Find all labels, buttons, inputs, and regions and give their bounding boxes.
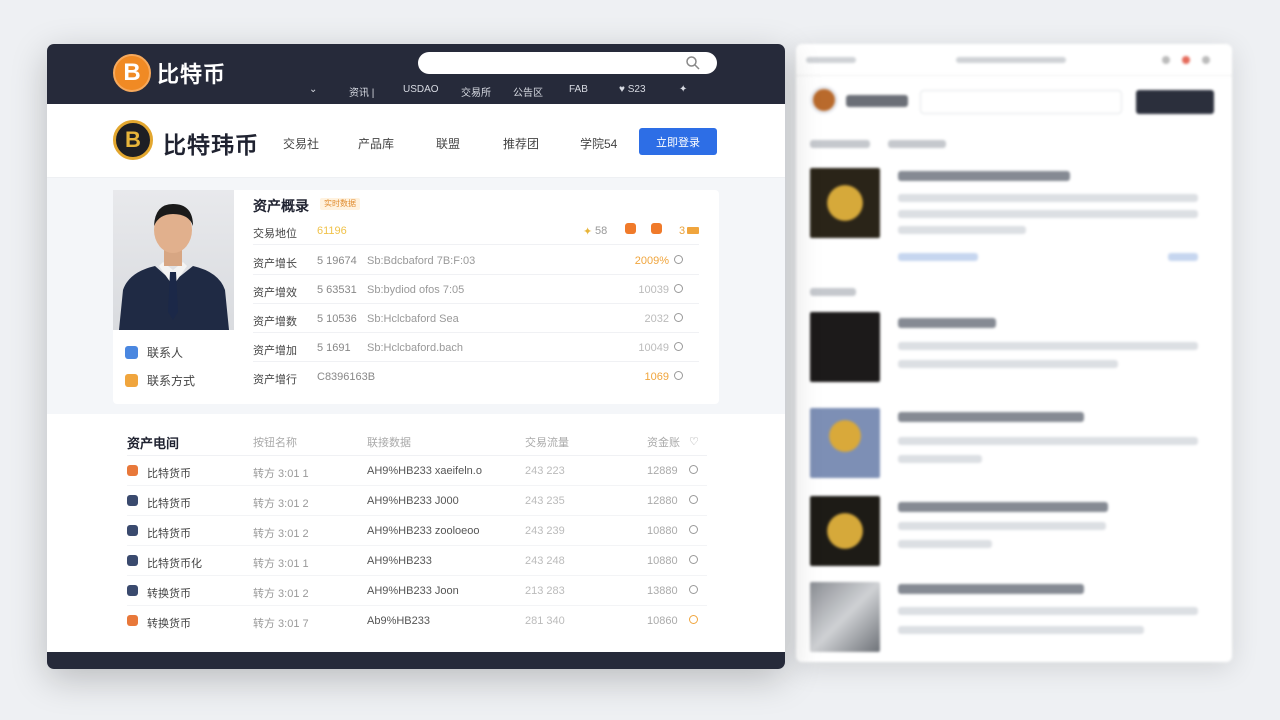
top-link-2[interactable]: 资讯 |	[349, 84, 374, 99]
bg-window-chrome	[796, 44, 1232, 76]
top-brand-text: 比特币	[157, 62, 227, 87]
table-row[interactable]: 转换货币 转方 3:01 7 Ab9%HB233 281 340 10860	[127, 606, 707, 636]
summary-row[interactable]: 资产增效 5 63531 Sb:bydiod ofos 7:05 10039	[253, 275, 699, 304]
status-ring-icon	[689, 495, 698, 504]
top-link-4[interactable]: 交易所	[461, 84, 491, 99]
top-bar: B 比特币 ⌄ 资讯 | USDAO 交易所 公告区 FAB ♥ S23 ✦	[47, 44, 785, 104]
main-window: B 比特币 ⌄ 资讯 | USDAO 交易所 公告区 FAB ♥ S23 ✦ B…	[47, 44, 785, 669]
status-ring-icon	[674, 255, 683, 264]
status-ring-icon	[689, 465, 698, 474]
person-icon	[125, 346, 138, 359]
summary-top-row: 交易地位 61196 ✦ 58 3	[253, 216, 699, 245]
bg-thumb-machine	[810, 582, 880, 652]
coin-icon	[127, 555, 138, 566]
nav-item-4[interactable]: 推荐团	[503, 135, 539, 152]
summary-card: 联系人 联系方式 资产概录 实时数据 交易地位 61196 ✦ 58 3 资产增…	[113, 190, 719, 404]
status-ring-icon	[674, 284, 683, 293]
nav-item-1[interactable]: 交易社	[283, 135, 319, 152]
login-button[interactable]: 立即登录	[639, 128, 717, 155]
coin-icon	[127, 525, 138, 536]
nav-bar: B 比特玮币 交易社 产品库 联盟 推荐团 学院54 立即登录	[47, 104, 785, 178]
top-link-8[interactable]: ✦	[679, 84, 687, 95]
flows-table-header: 资产电间 按钮名称 联接数据 交易流量 资金账 ♡	[127, 426, 707, 456]
table-row[interactable]: 比特货币 转方 3:01 1 AH9%HB233 xaeifeln.o 243 …	[127, 456, 707, 486]
contact-person[interactable]: 联系人	[125, 344, 183, 361]
summary-section: 联系人 联系方式 资产概录 实时数据 交易地位 61196 ✦ 58 3 资产增…	[47, 178, 785, 414]
filter-icon[interactable]: ♡	[689, 435, 699, 448]
coin-icon	[127, 585, 138, 596]
flows-table: 资产电间 按钮名称 联接数据 交易流量 资金账 ♡ 比特货币 转方 3:01 1…	[127, 426, 707, 636]
phone-icon	[125, 374, 138, 387]
bitcoin-coin-icon: B	[113, 54, 151, 92]
badge-icon	[651, 223, 662, 234]
table-row[interactable]: 转换货币 转方 3:01 2 AH9%HB233 Joon 213 283 13…	[127, 576, 707, 606]
nav-item-3[interactable]: 联盟	[436, 135, 460, 152]
summary-title: 资产概录	[253, 198, 309, 214]
background-window	[796, 44, 1232, 662]
top-link-7[interactable]: ♥ S23	[619, 84, 646, 95]
contact-person-label: 联系人	[147, 346, 184, 360]
top-brand[interactable]: B 比特币	[113, 54, 226, 92]
bg-thumb-bitcoin	[810, 168, 880, 238]
bg-thumb-bitcoin-2	[810, 496, 880, 566]
summary-row[interactable]: 资产增数 5 10536 Sb:Hclcbaford Sea 2032	[253, 304, 699, 333]
coin-icon	[127, 495, 138, 506]
summary-row[interactable]: 资产增行 C8396163B 1069	[253, 362, 699, 391]
bg-thumb-coin-hand	[810, 408, 880, 478]
contact-method-label: 联系方式	[147, 374, 196, 388]
summary-row[interactable]: 资产增长 5 19674 Sb:Bdcbaford 7B:F:03 2009%	[253, 246, 699, 275]
flows-title: 资产电间	[127, 436, 180, 451]
nav-item-2[interactable]: 产品库	[358, 135, 394, 152]
bitcoin-logo-icon: B	[113, 120, 153, 160]
nav-item-5[interactable]: 学院54	[580, 135, 617, 152]
bg-thumb-dark	[810, 312, 880, 382]
profile-photo	[113, 190, 234, 330]
bg-logo-icon	[810, 86, 838, 114]
top-link-5[interactable]: 公告区	[513, 84, 543, 99]
table-row[interactable]: 比特货币 转方 3:01 2 AH9%HB233 J000 243 235 12…	[127, 486, 707, 516]
table-row[interactable]: 比特货币 转方 3:01 2 AH9%HB233 zooloeoo 243 23…	[127, 516, 707, 546]
top-link-1[interactable]: ⌄	[309, 84, 317, 95]
status-ring-icon	[674, 313, 683, 322]
status-ring-icon	[689, 525, 698, 534]
table-row[interactable]: 比特货币化 转方 3:01 1 AH9%HB233 243 248 10880	[127, 546, 707, 576]
status-ring-icon	[674, 342, 683, 351]
contact-method[interactable]: 联系方式	[125, 372, 195, 389]
nav-brand[interactable]: 比特玮币	[163, 126, 259, 160]
search-icon[interactable]	[685, 55, 701, 71]
status-ring-icon	[689, 555, 698, 564]
status-ring-icon	[689, 615, 698, 624]
card-icon	[687, 227, 699, 234]
coin-icon	[127, 615, 138, 626]
star-icon: ✦	[583, 226, 593, 238]
top-link-6[interactable]: FAB	[569, 84, 588, 95]
search-input[interactable]	[418, 52, 717, 74]
top-link-3[interactable]: USDAO	[403, 84, 439, 95]
fire-icon	[625, 223, 636, 234]
footer-bar	[47, 652, 785, 669]
status-ring-icon	[674, 371, 683, 380]
bg-search-input	[920, 90, 1122, 114]
status-ring-icon	[689, 585, 698, 594]
summary-row[interactable]: 资产增加 5 1691 Sb:Hclcbaford.bach 10049	[253, 333, 699, 362]
bg-button	[1136, 90, 1214, 114]
summary-tag: 实时数据	[320, 198, 360, 210]
coin-icon	[127, 465, 138, 476]
